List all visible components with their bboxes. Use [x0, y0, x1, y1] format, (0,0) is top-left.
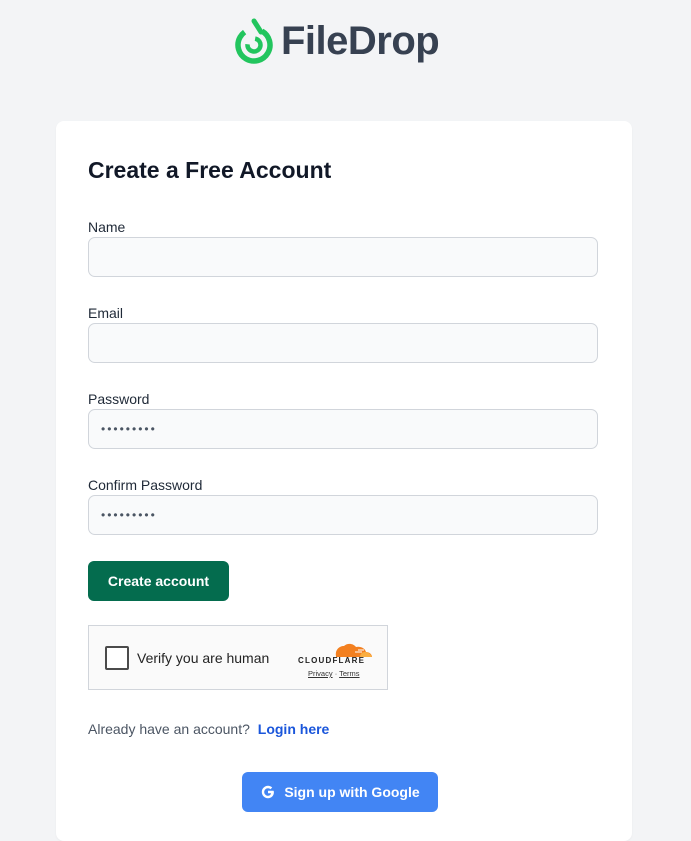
- email-label: Email: [88, 305, 124, 321]
- cloudflare-brand: CLOUDFLARE: [298, 656, 366, 665]
- captcha-label: Verify you are human: [137, 650, 270, 666]
- brand-name: FileDrop: [281, 18, 440, 63]
- login-prompt-text: Already have an account?: [88, 721, 250, 737]
- captcha-widget: Verify you are human CLOUDFLARE Privacy …: [88, 625, 388, 690]
- name-field[interactable]: [88, 237, 598, 277]
- name-label: Name: [88, 219, 126, 235]
- cloudflare-links: Privacy · Terms: [308, 669, 360, 678]
- terms-link[interactable]: Terms: [339, 669, 359, 678]
- brand-logo: FileDrop: [233, 16, 440, 66]
- confirm-password-label: Confirm Password: [88, 477, 203, 493]
- create-account-button[interactable]: Create account: [88, 561, 229, 601]
- privacy-link[interactable]: Privacy: [308, 669, 333, 678]
- links-separator: ·: [334, 669, 338, 678]
- google-button-label: Sign up with Google: [284, 784, 420, 800]
- confirm-password-field[interactable]: [88, 495, 598, 535]
- captcha-checkbox[interactable]: [105, 646, 129, 670]
- page-title: Create a Free Account: [88, 157, 332, 183]
- google-signup-button[interactable]: Sign up with Google: [242, 772, 438, 812]
- email-field[interactable]: [88, 323, 598, 363]
- password-field[interactable]: [88, 409, 598, 449]
- login-prompt: Already have an account? Login here: [88, 721, 329, 737]
- droplet-logo-icon: [235, 18, 273, 64]
- login-link[interactable]: Login here: [258, 721, 330, 737]
- password-label: Password: [88, 391, 150, 407]
- google-g-icon: [262, 785, 275, 799]
- signup-card: Create a Free Account Name Email Passwor…: [56, 121, 632, 841]
